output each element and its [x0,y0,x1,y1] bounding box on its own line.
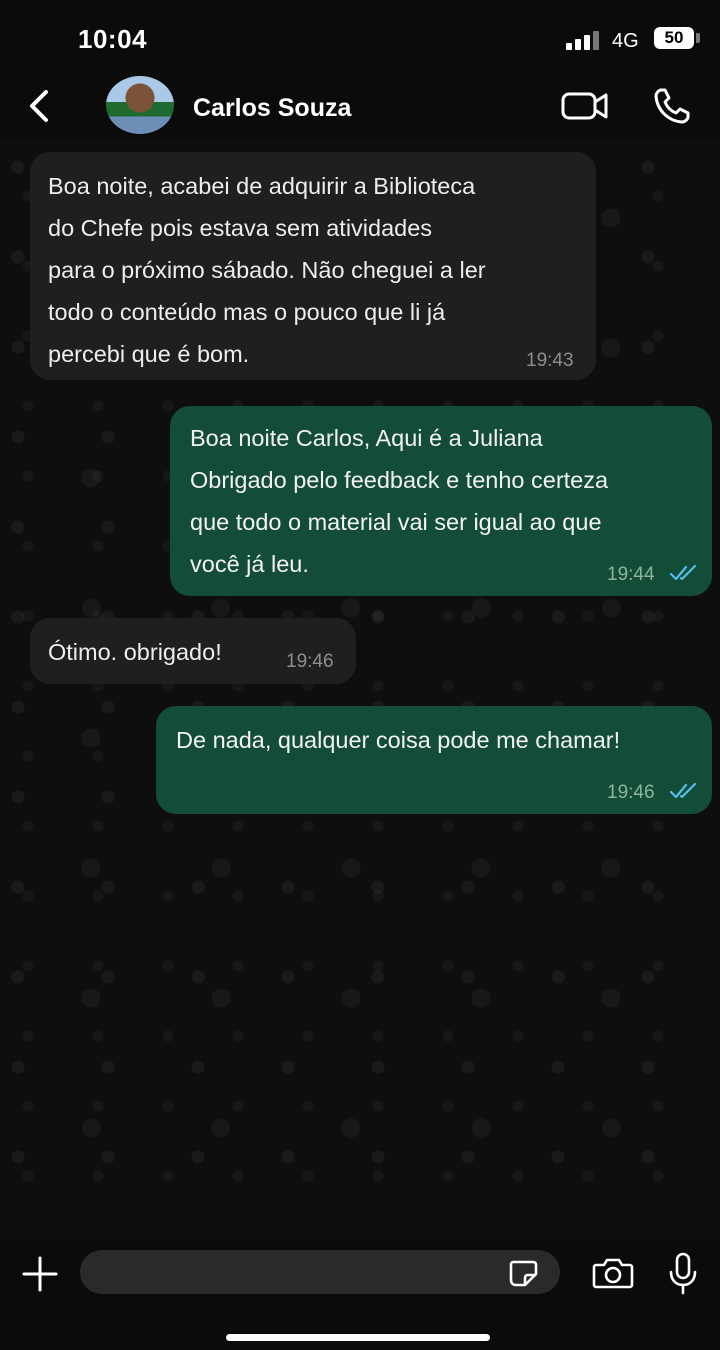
message-line: você já leu. [190,551,309,577]
message-line: do Chefe pois estava sem atividades [48,215,433,241]
double-check-icon [670,782,697,799]
chevron-left-icon[interactable] [26,88,56,124]
message-line: De nada, qualquer coisa pode me chamar! [176,727,621,753]
battery-tip [696,33,700,43]
sticker-icon[interactable] [508,1259,538,1287]
message-bubble-outgoing[interactable]: De nada, qualquer coisa pode me chamar! … [156,706,712,814]
message-line: Boa noite, acabei de adquirir a Bibliote… [48,173,476,199]
message-input[interactable] [80,1250,560,1294]
double-check-icon [670,564,697,581]
camera-icon[interactable] [592,1256,634,1290]
status-time: 10:04 [78,24,147,54]
contact-name[interactable]: Carlos Souza [193,94,351,123]
message-bubble-incoming[interactable]: Boa noite, acabei de adquirir a Bibliote… [30,152,596,380]
message-timestamp: 19:46 [607,782,655,803]
signal-icon [566,30,602,50]
plus-icon[interactable] [20,1254,60,1294]
message-line: que todo o material vai ser igual ao que [190,509,602,535]
microphone-icon[interactable] [668,1252,698,1296]
message-bubble-outgoing[interactable]: Boa noite Carlos, Aqui é a Juliana Obrig… [170,406,712,596]
message-line: Ótimo. obrigado! [48,639,222,665]
chat-header: Carlos Souza [0,72,720,142]
message-line: para o próximo sábado. Não cheguei a ler [48,257,486,283]
message-line: Boa noite Carlos, Aqui é a Juliana [190,425,543,451]
message-timestamp: 19:44 [607,564,655,585]
network-type: 4G [612,30,639,52]
status-bar: 10:04 4G 50 [0,0,720,80]
message-line: percebi que é bom. [48,341,250,367]
message-line: Obrigado pelo feedback e tenho certeza [190,467,609,493]
message-line: todo o conteúdo mas o pouco que li já [48,299,446,325]
avatar[interactable] [106,76,174,134]
video-camera-icon[interactable] [560,88,610,124]
battery-icon: 50 [654,27,694,49]
message-bubble-incoming[interactable]: Ótimo. obrigado! 19:46 [30,618,356,684]
message-timestamp: 19:46 [286,651,334,672]
phone-icon[interactable] [652,86,692,126]
composer-bar [0,1240,720,1350]
home-indicator [226,1334,490,1341]
message-timestamp: 19:43 [526,350,574,371]
